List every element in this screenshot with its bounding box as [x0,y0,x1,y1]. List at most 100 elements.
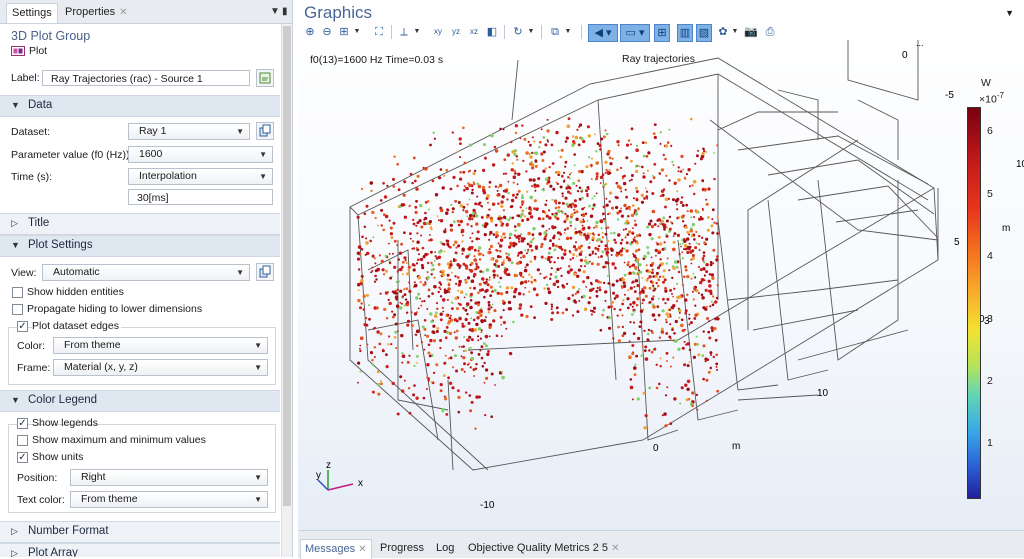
ray-point [623,247,626,250]
ray-point [558,245,563,250]
ray-point [626,297,630,301]
ray-point [444,228,447,231]
ray-point [403,304,406,307]
tab-objective-quality-metrics[interactable]: Objective Quality Metrics 2 5 ✕ [464,539,623,558]
show-hidden-checkbox[interactable] [12,287,23,298]
section-plot-array[interactable]: ▷ Plot Array [0,543,280,557]
tab-properties[interactable]: Properties ✕ [60,3,133,22]
ray-point [490,133,494,138]
propagate-hiding-label: Propagate hiding to lower dimensions [27,303,203,315]
scrollbar-thumb[interactable] [283,26,291,506]
close-icon[interactable]: ✕ [611,543,619,554]
ray-point [669,315,672,318]
ray-point [641,141,645,145]
3d-scene[interactable]: 0 ... -5 10 5 m 0 3 10 0 m -10 z x y [298,0,1024,530]
ray-point [497,186,500,189]
ray-point [451,271,453,274]
close-icon[interactable]: ✕ [119,7,127,18]
dataset-select[interactable]: Ray 1 ▼ [128,123,250,140]
ray-point [485,268,490,272]
ray-point [488,208,491,211]
ray-point [436,307,439,310]
ray-point [532,178,536,182]
ray-point [360,274,364,278]
view-select[interactable]: Automatic ▼ [42,264,250,281]
dataset-goto-button[interactable] [256,122,274,140]
tab-settings[interactable]: Settings [6,3,58,23]
ray-point [486,215,489,219]
ray-point [548,166,551,169]
settings-scrollbar[interactable] [281,24,292,557]
section-plot-settings[interactable]: ▼ Plot Settings [0,235,280,257]
ray-point [413,364,416,367]
ray-point [388,301,392,306]
text-color-select[interactable]: From theme ▼ [70,491,268,508]
ray-point [636,397,640,401]
ray-point [672,240,676,244]
chevron-down-icon[interactable]: ▼ [270,6,280,17]
frame-select[interactable]: Material (x, y, z) ▼ [53,359,268,376]
section-color-legend[interactable]: ▼ Color Legend [0,390,280,412]
propagate-hiding-checkbox[interactable] [12,304,23,315]
ray-point [531,185,534,188]
ray-point [681,251,684,254]
ray-point [480,288,484,292]
ray-point [637,248,641,251]
ray-point [627,215,630,218]
label-reset-button[interactable] [256,69,274,87]
time-select[interactable]: Interpolation ▼ [128,168,273,185]
ray-point [613,238,616,242]
ray-point [476,195,479,198]
ray-point [688,313,691,316]
ray-point [449,314,452,317]
parameter-select[interactable]: 1600 ▼ [128,146,273,163]
ray-point [653,135,657,140]
ray-point [550,318,554,321]
tab-log[interactable]: Log [432,539,458,558]
ray-point [565,217,569,221]
section-data[interactable]: ▼ Data [0,95,280,117]
ray-point [672,247,676,252]
ray-point [637,336,641,341]
show-legends-checkbox[interactable]: ✓ [17,418,28,429]
ray-point [416,362,418,364]
ray-point [575,230,578,234]
ray-point [601,250,605,254]
ray-point [528,211,532,216]
ray-point [484,334,489,339]
ray-point [596,286,599,290]
ray-point [707,216,710,219]
expand-icon: ▷ [11,218,18,228]
label-input[interactable]: Ray Trajectories (rac) - Source 1 [42,70,250,86]
ray-point [582,280,585,284]
ray-point [566,124,571,129]
ray-point [612,337,615,340]
show-units-checkbox[interactable]: ✓ [17,452,28,463]
time-input[interactable]: 30[ms] [128,189,273,205]
plot-dataset-edges-checkbox[interactable]: ✓ [17,321,28,332]
ray-point [564,160,568,164]
ray-point [585,261,589,265]
close-icon[interactable]: ✕ [358,544,366,555]
position-select[interactable]: Right ▼ [70,469,268,486]
ray-point [672,164,675,166]
color-select[interactable]: From theme ▼ [53,337,268,354]
section-number-format[interactable]: ▷ Number Format [0,521,280,543]
section-title[interactable]: ▷ Title [0,213,280,235]
view-goto-button[interactable] [256,263,274,281]
ray-point [617,144,620,147]
ray-point [601,232,604,234]
ray-point [502,172,505,175]
ray-point [366,251,370,256]
ray-point [677,307,680,310]
ray-point [463,370,466,373]
pin-icon[interactable]: ▮ [282,6,288,17]
ray-point [584,265,586,268]
tab-messages[interactable]: Messages ✕ [300,539,372,559]
ray-point [678,311,681,314]
show-maxmin-checkbox[interactable] [17,435,28,446]
ray-point [602,135,606,139]
view-caption: View: [11,267,37,279]
ray-point [628,340,631,343]
tab-progress[interactable]: Progress [376,539,428,558]
